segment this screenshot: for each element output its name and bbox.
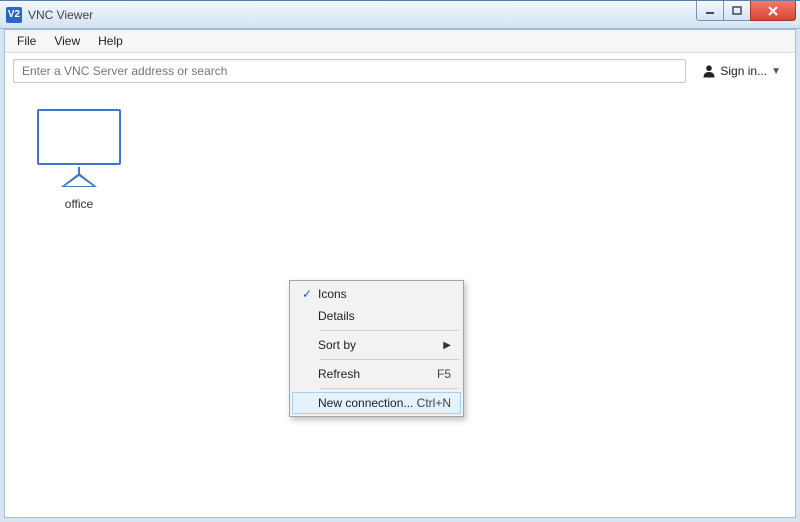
close-button[interactable] <box>750 1 796 21</box>
context-menu-new-connection[interactable]: New connection... Ctrl+N <box>292 392 461 414</box>
context-menu-item-label: Sort by <box>318 338 443 352</box>
context-menu-item-label: Icons <box>318 287 457 301</box>
context-menu-icons[interactable]: ✓ Icons <box>292 283 461 305</box>
menu-help[interactable]: Help <box>90 32 131 50</box>
context-menu-refresh[interactable]: Refresh F5 <box>292 363 461 385</box>
window-controls <box>697 1 796 21</box>
context-menu-accelerator: Ctrl+N <box>417 396 457 410</box>
app-icon: V2 <box>6 7 22 23</box>
window-title: VNC Viewer <box>28 8 93 22</box>
person-icon <box>702 64 716 78</box>
connection-item[interactable]: office <box>29 109 129 211</box>
monitor-icon <box>37 109 121 187</box>
server-address-input[interactable] <box>13 59 686 83</box>
submenu-arrow-icon: ▶ <box>443 340 457 351</box>
context-menu-accelerator: F5 <box>437 367 457 381</box>
separator <box>320 330 459 331</box>
menu-view[interactable]: View <box>46 32 88 50</box>
chevron-down-icon: ▼ <box>771 66 781 77</box>
context-menu-item-label: New connection... <box>318 396 417 410</box>
minimize-button[interactable] <box>696 1 724 21</box>
client-area: File View Help Sign in... ▼ office <box>4 29 796 518</box>
sign-in-label: Sign in... <box>720 64 767 78</box>
context-menu-sort-by[interactable]: Sort by ▶ <box>292 334 461 356</box>
context-menu-item-label: Refresh <box>318 367 437 381</box>
maximize-button[interactable] <box>723 1 751 21</box>
context-menu: ✓ Icons Details Sort by ▶ Refresh F5 New… <box>289 280 464 417</box>
separator <box>320 359 459 360</box>
menu-file[interactable]: File <box>9 32 44 50</box>
menu-bar: File View Help <box>5 30 795 53</box>
title-bar: V2 VNC Viewer <box>0 1 800 29</box>
separator <box>320 388 459 389</box>
context-menu-details[interactable]: Details <box>292 305 461 327</box>
check-icon: ✓ <box>296 287 318 301</box>
address-bar: Sign in... ▼ <box>5 53 795 89</box>
sign-in-button[interactable]: Sign in... ▼ <box>696 62 787 80</box>
connection-label: office <box>29 197 129 211</box>
context-menu-item-label: Details <box>318 309 457 323</box>
